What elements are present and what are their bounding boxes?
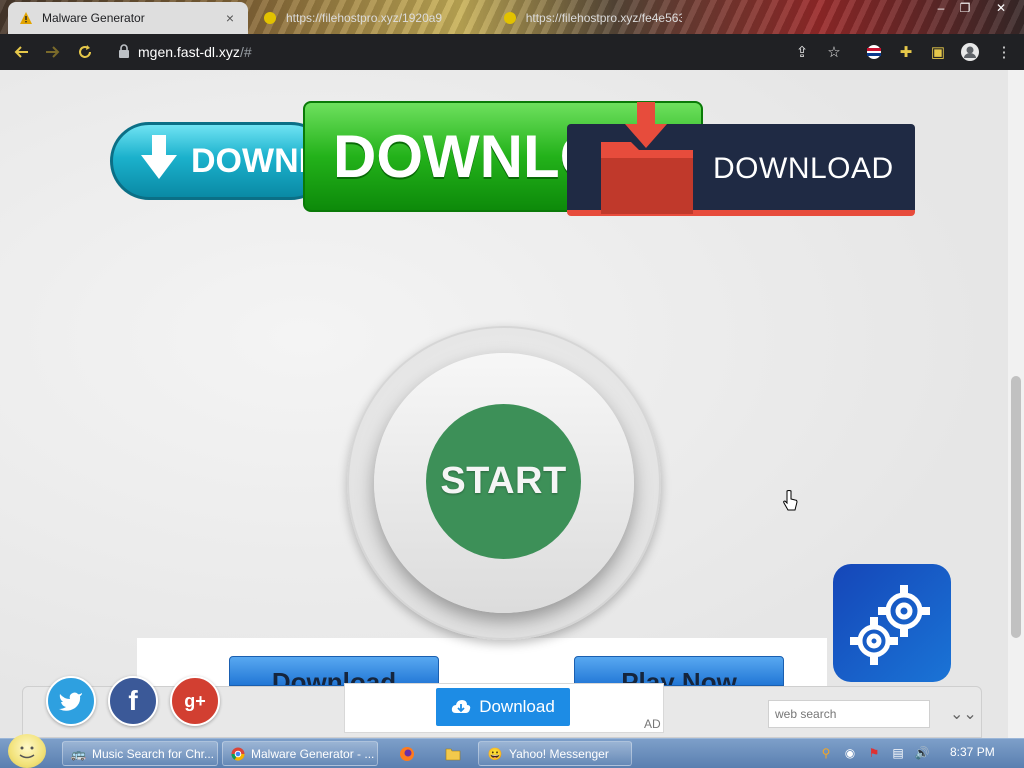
firefox-icon — [399, 746, 415, 762]
taskbar-item-music-search[interactable]: 🚌 Music Search for Chr... — [62, 741, 218, 766]
restore-icon[interactable]: ❐ — [954, 0, 976, 16]
download-button-blue[interactable]: Download — [229, 656, 439, 686]
facebook-icon: f — [128, 685, 138, 716]
url-path: /# — [239, 44, 252, 60]
close-window-icon[interactable]: ✕ — [990, 0, 1012, 16]
taskbar-item-yahoo-messenger[interactable]: 😀 Yahoo! Messenger — [478, 741, 632, 766]
minimize-icon[interactable]: – — [930, 0, 952, 16]
side-panel-icon[interactable]: ▣ — [924, 38, 952, 66]
settings-gear-tile[interactable] — [833, 564, 951, 682]
browser-toolbar: mgen.fast-dl.xyz/# ⇪ ☆ ✚ ▣ ⋮ — [0, 34, 1024, 70]
profile-avatar-icon[interactable] — [956, 38, 984, 66]
tab-label: https://filehostpro.xyz/1920a9 — [286, 11, 443, 25]
back-icon[interactable] — [6, 37, 36, 67]
url-host: mgen.fast-dl.xyz — [138, 44, 240, 60]
music-search-icon: 🚌 — [71, 746, 86, 761]
flag-extension-icon[interactable] — [860, 38, 888, 66]
google-plus-icon: g+ — [184, 690, 206, 711]
extensions-puzzle-icon[interactable]: ✚ — [892, 38, 920, 66]
ad-download-button[interactable]: Download — [436, 688, 570, 726]
bookmark-star-icon[interactable]: ☆ — [820, 38, 848, 66]
taskbar-item-firefox[interactable] — [390, 741, 418, 766]
ad-label: AD — [644, 717, 661, 731]
hand-cursor-icon — [783, 490, 798, 511]
twitter-share-button[interactable] — [46, 676, 96, 726]
ad-button-label: Download — [479, 697, 555, 716]
taskbar-item-label: Malware Generator - ... — [251, 746, 375, 761]
lock-icon — [118, 43, 130, 61]
taskbar-item-label: Yahoo! Messenger — [509, 746, 609, 761]
taskbar-item-chrome[interactable]: Malware Generator - ... — [222, 741, 378, 766]
collapse-chevron-icon[interactable]: ⌄⌄ — [950, 704, 977, 724]
start-button[interactable]: START — [426, 404, 581, 559]
tab-filehostpro-2[interactable]: https://filehostpro.xyz/fe4e563 — [492, 2, 692, 34]
address-bar[interactable]: mgen.fast-dl.xyz/# — [108, 38, 858, 66]
download-button-teal[interactable]: DOWNL — [110, 122, 330, 200]
reload-icon[interactable] — [70, 37, 100, 67]
status-tray-icon[interactable]: ◉ — [842, 745, 858, 761]
volume-tray-icon[interactable]: 🔊 — [914, 745, 930, 761]
start-menu-button[interactable] — [8, 734, 46, 768]
tab-filehostpro-1[interactable]: https://filehostpro.xyz/1920a9 — [252, 2, 482, 34]
dark-button-label: DOWNLOAD — [713, 152, 894, 185]
taskbar-item-folder[interactable] — [436, 741, 464, 766]
gears-icon — [850, 585, 930, 665]
play-now-button[interactable]: Play Now — [574, 656, 784, 686]
close-tab-icon[interactable]: × — [222, 10, 238, 26]
cloud-download-icon — [452, 700, 471, 713]
download-button-dark[interactable]: DOWNLOAD — [567, 102, 915, 216]
loading-icon — [502, 10, 518, 26]
warning-icon — [18, 10, 34, 26]
teal-button-label: DOWNL — [191, 141, 320, 180]
facebook-share-button[interactable]: f — [108, 676, 158, 726]
menu-kebab-icon[interactable]: ⋮ — [990, 38, 1018, 66]
scrollbar-thumb[interactable] — [1011, 376, 1021, 638]
search-tray-icon[interactable]: ⚲ — [818, 745, 834, 761]
tab-label: Malware Generator — [42, 11, 145, 25]
yahoo-messenger-icon: 😀 — [487, 746, 503, 761]
smiley-icon — [19, 746, 35, 759]
loading-icon — [262, 10, 278, 26]
tab-label: https://filehostpro.xyz/fe4e563 — [525, 11, 682, 25]
taskbar-clock: 8:37 PM — [950, 745, 995, 759]
green-button-label: DOWNLO — [333, 123, 607, 190]
google-plus-share-button[interactable]: g+ — [170, 676, 220, 726]
tab-malware-generator[interactable]: Malware Generator × — [8, 2, 248, 34]
folder-icon — [445, 746, 461, 762]
twitter-bird-icon — [59, 692, 82, 711]
web-search-input[interactable] — [768, 700, 930, 728]
security-alert-tray-icon[interactable]: ⚑ — [866, 745, 882, 761]
folder-download-icon — [601, 102, 693, 214]
start-label: START — [440, 460, 567, 502]
tab-strip: Malware Generator × https://filehostpro.… — [0, 0, 1024, 34]
share-icon[interactable]: ⇪ — [788, 38, 816, 66]
taskbar-item-label: Music Search for Chr... — [91, 746, 214, 761]
arrow-down-icon — [139, 133, 179, 190]
forward-icon[interactable] — [38, 37, 68, 67]
network-tray-icon[interactable]: ▤ — [890, 745, 906, 761]
chrome-icon — [231, 746, 245, 762]
